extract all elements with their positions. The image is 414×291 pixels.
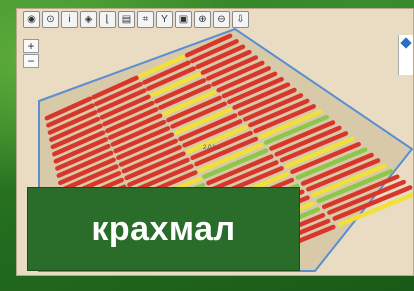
download-icon[interactable]: ⇩ bbox=[232, 11, 249, 28]
map-label: 2.0 ha bbox=[203, 145, 220, 151]
zoom-out-icon[interactable]: ⊖ bbox=[213, 11, 230, 28]
ruler-icon[interactable]: ⌊ bbox=[99, 11, 116, 28]
eye-icon[interactable]: ◉ bbox=[23, 11, 40, 28]
crop-icon[interactable]: ⌗ bbox=[137, 11, 154, 28]
layer-icon[interactable]: ◈ bbox=[80, 11, 97, 28]
table-icon[interactable]: ▤ bbox=[118, 11, 135, 28]
layers-panel[interactable] bbox=[398, 35, 413, 75]
caption-text: крахмал bbox=[91, 209, 236, 248]
zoom-controls: + − bbox=[23, 39, 39, 68]
target-icon[interactable]: ⊙ bbox=[42, 11, 59, 28]
zoom-in-icon[interactable]: ⊕ bbox=[194, 11, 211, 28]
select-icon[interactable]: ▣ bbox=[175, 11, 192, 28]
zoom-out-button[interactable]: − bbox=[23, 54, 39, 68]
info-icon[interactable]: i bbox=[61, 11, 78, 28]
filter-icon[interactable]: Y bbox=[156, 11, 173, 28]
zoom-in-button[interactable]: + bbox=[23, 39, 39, 53]
layers-icon bbox=[400, 37, 412, 49]
caption-banner: крахмал bbox=[27, 187, 300, 271]
map-toolbar: ◉ ⊙ i ◈ ⌊ ▤ ⌗ Y ▣ ⊕ ⊖ ⇩ bbox=[23, 11, 249, 29]
